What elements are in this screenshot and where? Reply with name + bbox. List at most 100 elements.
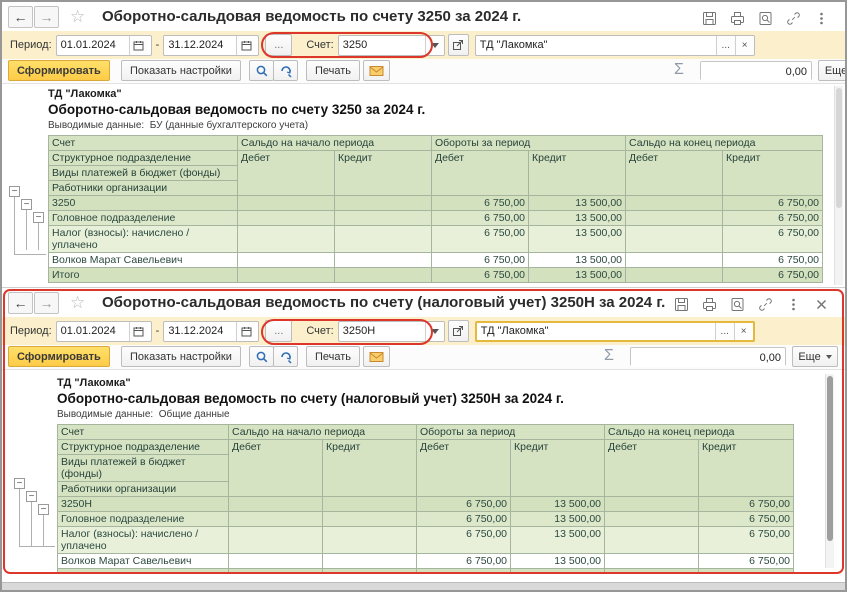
amount-cell[interactable]: 6 750,00 <box>417 512 511 527</box>
amount-cell[interactable]: 6 750,00 <box>723 268 823 283</box>
amount-cell[interactable]: 13 500,00 <box>529 226 626 253</box>
open-form-icon[interactable] <box>448 34 469 56</box>
amount-cell[interactable] <box>323 527 417 554</box>
amount-cell[interactable]: 13 500,00 <box>511 527 605 554</box>
amount-cell[interactable]: 6 750,00 <box>417 497 511 512</box>
settings-button[interactable]: Показать настройки <box>121 346 241 367</box>
more-button[interactable]: Еще <box>818 60 845 81</box>
sum-input[interactable] <box>701 64 811 81</box>
organization-input[interactable] <box>477 323 715 340</box>
print-button[interactable]: Печать <box>306 346 360 367</box>
choose-period-button[interactable]: ... <box>265 320 292 342</box>
collapse-toggle[interactable] <box>21 199 32 210</box>
amount-cell[interactable]: 13 500,00 <box>529 253 626 268</box>
collapse-toggle[interactable] <box>14 478 25 489</box>
search-icon[interactable] <box>249 346 274 367</box>
row-label-cell[interactable]: Налог (взносы): начислено / уплачено <box>58 527 229 554</box>
link-icon[interactable] <box>758 297 773 312</box>
calendar-icon[interactable] <box>129 36 148 55</box>
amount-cell[interactable] <box>605 569 699 573</box>
row-label-cell[interactable]: 3250 <box>49 196 238 211</box>
calendar-icon[interactable] <box>129 322 148 341</box>
row-label-cell[interactable]: Итого <box>58 569 229 573</box>
amount-cell[interactable]: 6 750,00 <box>699 512 794 527</box>
print-icon[interactable] <box>702 297 717 312</box>
choose-period-button[interactable]: ... <box>265 34 292 56</box>
amount-cell[interactable]: 6 750,00 <box>432 211 529 226</box>
generate-button[interactable]: Сформировать <box>8 60 110 81</box>
amount-cell[interactable]: 6 750,00 <box>699 527 794 554</box>
organization-input[interactable] <box>476 36 716 55</box>
date-to-input[interactable] <box>164 36 236 55</box>
favorite-star-icon[interactable] <box>70 293 85 313</box>
row-label-cell[interactable]: Волков Марат Савельевич <box>58 554 229 569</box>
amount-cell[interactable]: 13 500,00 <box>511 512 605 527</box>
preview-icon[interactable] <box>730 297 745 312</box>
link-icon[interactable] <box>786 11 801 26</box>
row-label-cell[interactable]: Головное подразделение <box>49 211 238 226</box>
amount-cell[interactable]: 6 750,00 <box>417 527 511 554</box>
amount-cell[interactable] <box>626 253 723 268</box>
payment-type-row[interactable]: Налог (взносы): начислено / уплачено 6 7… <box>58 527 794 554</box>
search-refresh-icon[interactable] <box>273 346 298 367</box>
generate-button[interactable]: Сформировать <box>8 346 110 367</box>
payment-type-row[interactable]: Налог (взносы): начислено / уплачено 6 7… <box>49 226 823 253</box>
collapse-toggle[interactable] <box>38 504 49 515</box>
amount-cell[interactable] <box>626 211 723 226</box>
open-form-icon[interactable] <box>448 320 469 342</box>
amount-cell[interactable] <box>238 211 335 226</box>
amount-cell[interactable]: 6 750,00 <box>723 211 823 226</box>
organization-choose-button[interactable]: ... <box>715 323 734 340</box>
amount-cell[interactable]: 6 750,00 <box>417 554 511 569</box>
row-label-cell[interactable]: Головное подразделение <box>58 512 229 527</box>
collapse-toggle[interactable] <box>33 212 44 223</box>
settings-button[interactable]: Показать настройки <box>121 60 241 81</box>
collapse-toggle[interactable] <box>9 186 20 197</box>
amount-cell[interactable]: 6 750,00 <box>432 196 529 211</box>
date-from-input[interactable] <box>57 36 129 55</box>
amount-cell[interactable] <box>323 569 417 573</box>
subdivision-row[interactable]: Головное подразделение 6 750,00 13 500,0… <box>58 512 794 527</box>
amount-cell[interactable] <box>238 253 335 268</box>
row-label-cell[interactable]: Волков Марат Савельевич <box>49 253 238 268</box>
organization-clear-button[interactable]: × <box>735 36 754 55</box>
amount-cell[interactable]: 6 750,00 <box>723 196 823 211</box>
calendar-icon[interactable] <box>236 36 255 55</box>
amount-cell[interactable] <box>335 268 432 283</box>
amount-cell[interactable] <box>323 497 417 512</box>
vertical-scrollbar[interactable] <box>825 374 834 568</box>
employee-row[interactable]: Волков Марат Савельевич 6 750,00 13 500,… <box>58 554 794 569</box>
amount-cell[interactable] <box>335 253 432 268</box>
row-label-cell[interactable]: 3250Н <box>58 497 229 512</box>
date-from-input[interactable] <box>57 322 129 341</box>
forward-button[interactable] <box>34 6 59 28</box>
organization-clear-button[interactable]: × <box>734 323 753 340</box>
employee-row[interactable]: Волков Марат Савельевич 6 750,00 13 500,… <box>49 253 823 268</box>
amount-cell[interactable] <box>605 554 699 569</box>
row-label-cell[interactable]: Налог (взносы): начислено / уплачено <box>49 226 238 253</box>
more-dots-icon[interactable] <box>814 11 829 26</box>
amount-cell[interactable]: 13 500,00 <box>511 569 605 573</box>
chevron-down-icon[interactable] <box>425 322 444 341</box>
more-dots-icon[interactable] <box>786 297 801 312</box>
amount-cell[interactable]: 13 500,00 <box>529 211 626 226</box>
save-icon[interactable] <box>702 11 717 26</box>
amount-cell[interactable] <box>605 497 699 512</box>
amount-cell[interactable] <box>323 512 417 527</box>
chevron-down-icon[interactable] <box>425 36 444 55</box>
amount-cell[interactable] <box>238 226 335 253</box>
amount-cell[interactable] <box>626 196 723 211</box>
account-row[interactable]: 3250Н 6 750,00 13 500,00 6 750,00 <box>58 497 794 512</box>
amount-cell[interactable]: 6 750,00 <box>417 569 511 573</box>
total-row[interactable]: Итого 6 750,00 13 500,00 6 750,00 <box>58 569 794 573</box>
preview-icon[interactable] <box>758 11 773 26</box>
amount-cell[interactable]: 13 500,00 <box>511 554 605 569</box>
amount-cell[interactable] <box>229 512 323 527</box>
amount-cell[interactable] <box>605 512 699 527</box>
calendar-icon[interactable] <box>236 322 255 341</box>
account-row[interactable]: 3250 6 750,00 13 500,00 6 750,00 <box>49 196 823 211</box>
amount-cell[interactable] <box>229 527 323 554</box>
forward-button[interactable] <box>34 292 59 314</box>
amount-cell[interactable]: 6 750,00 <box>432 268 529 283</box>
favorite-star-icon[interactable] <box>70 7 85 27</box>
